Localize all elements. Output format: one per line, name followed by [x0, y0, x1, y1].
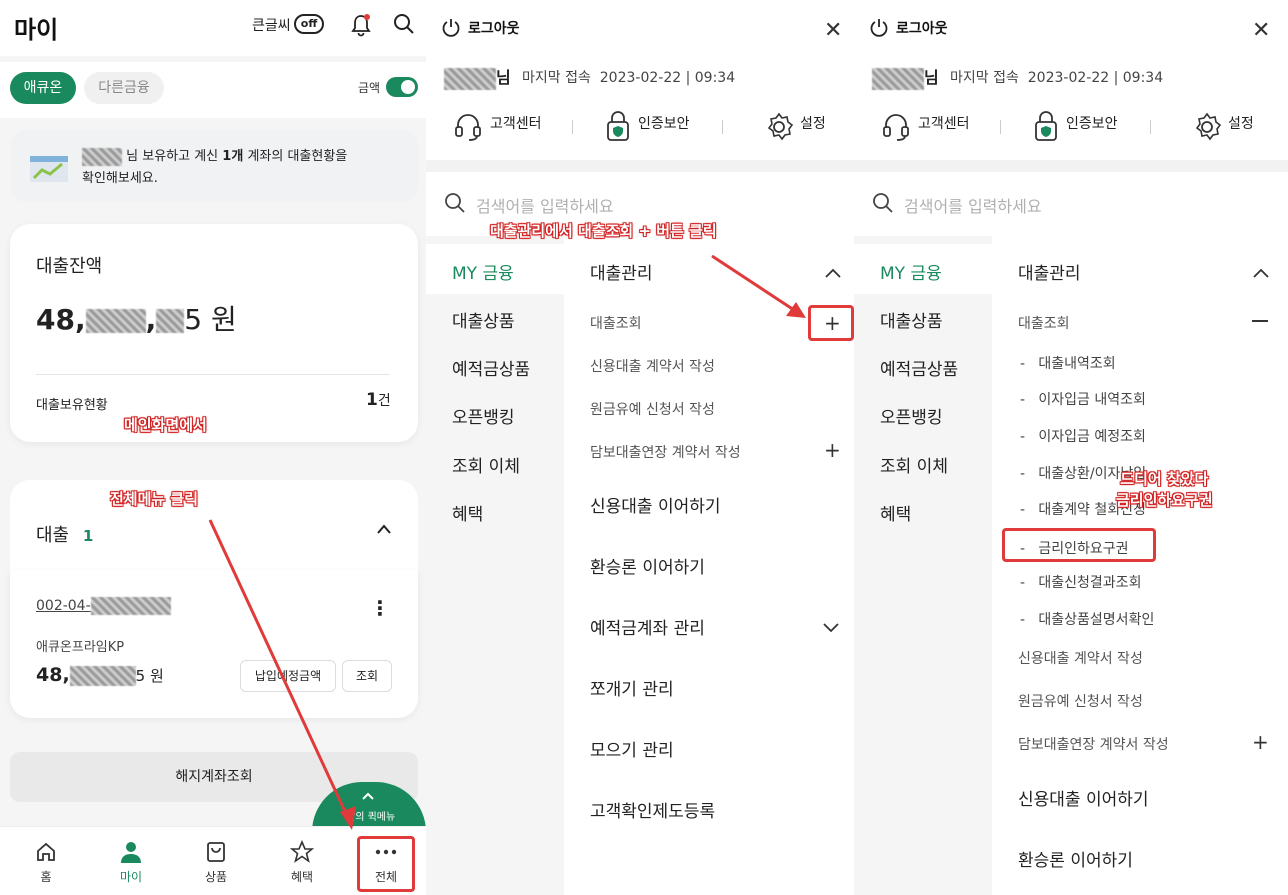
annotation-arrow [208, 519, 356, 830]
customer-center-button[interactable]: 고객센터 [918, 113, 970, 133]
menu-interest-schedule[interactable]: - 이자입금 예정조회 [1020, 426, 1146, 446]
menu-secured-extension[interactable]: 담보대출연장 계약서 작성 [1018, 734, 1169, 754]
menu-refinance-continue[interactable]: 환승론 이어하기 [1018, 846, 1133, 871]
minus-icon[interactable] [1252, 320, 1268, 322]
loan-inquiry-expanded-screen: 로그아웃 ✕ 님 마지막 접속 2023-02-22 | 09:34 고객센터 … [854, 0, 1288, 895]
my-screen: 마이 큰글씨 off 애큐온 다른금융 금액 님 보유하고 계신 1개 계좌의 … [0, 0, 426, 895]
divider [1150, 120, 1151, 134]
divider [1000, 120, 1001, 134]
category-loan-products[interactable]: 대출상품 [880, 307, 943, 332]
plus-icon[interactable]: + [1252, 732, 1269, 752]
power-icon[interactable] [870, 18, 888, 42]
menu-application-result[interactable]: - 대출신청결과조회 [1020, 572, 1141, 592]
settings-button[interactable]: 설정 [1228, 113, 1254, 133]
menu-credit-continue[interactable]: 신용대출 이어하기 [1018, 785, 1149, 810]
search-input[interactable]: 검색어를 입력하세요 [904, 193, 1042, 217]
category-my-finance[interactable]: MY 금융 [880, 259, 942, 284]
user-name: 님 [872, 64, 939, 90]
menu-principal-deferral[interactable]: 원금유예 신청서 작성 [1018, 691, 1143, 711]
menu-product-description[interactable]: - 대출상품설명서확인 [1020, 609, 1154, 629]
close-icon[interactable]: ✕ [1252, 18, 1270, 43]
menu-loan-history[interactable]: - 대출내역조회 [1020, 353, 1116, 373]
search-icon [872, 192, 894, 218]
divider-band [854, 160, 1288, 172]
category-inquiry-transfer[interactable]: 조회 이체 [880, 452, 948, 477]
menu-interest-history[interactable]: - 이자입금 내역조회 [1020, 389, 1146, 409]
menu-credit-contract[interactable]: 신용대출 계약서 작성 [1018, 648, 1143, 668]
all-menu-screen: 로그아웃 ✕ 님 마지막 접속 2023-02-22 | 09:34 고객센터 … [426, 0, 854, 895]
headset-icon [882, 112, 910, 146]
highlight-rate-cut [1002, 528, 1156, 562]
category-benefits[interactable]: 혜택 [880, 500, 911, 525]
chevron-up-icon[interactable] [1252, 264, 1270, 283]
gear-icon [1192, 112, 1222, 146]
menu-loan-inquiry[interactable]: 대출조회 [1018, 313, 1070, 333]
category-deposit-products[interactable]: 예적금상품 [880, 355, 958, 380]
annotation-arrow [711, 254, 806, 318]
section-loan-management[interactable]: 대출관리 [1018, 259, 1081, 284]
last-access: 마지막 접속 2023-02-22 | 09:34 [950, 70, 1164, 86]
shield-lock-icon [1032, 110, 1060, 146]
category-sidebar [854, 236, 992, 895]
logout-button[interactable]: 로그아웃 [896, 18, 948, 38]
annotation-found: 드디어 찾았다 금리인하요구권 [1116, 470, 1213, 509]
cert-security-button[interactable]: 인증보안 [1066, 113, 1118, 133]
category-open-banking[interactable]: 오픈뱅킹 [880, 403, 943, 428]
